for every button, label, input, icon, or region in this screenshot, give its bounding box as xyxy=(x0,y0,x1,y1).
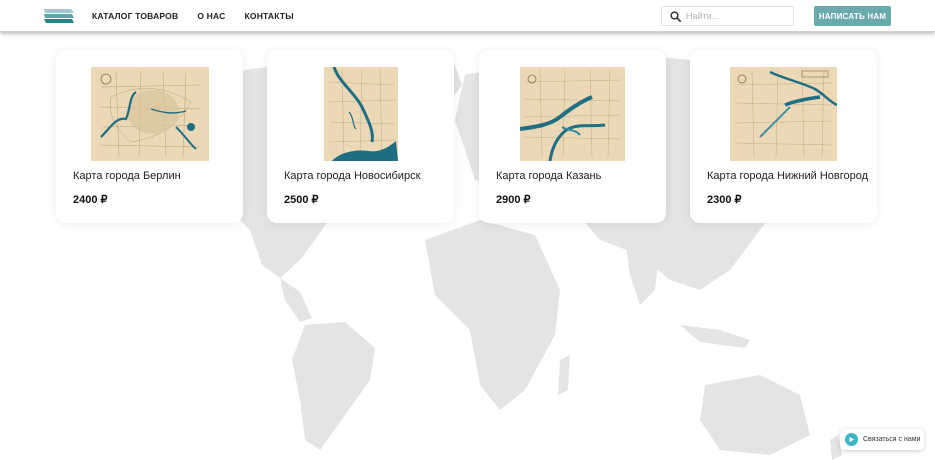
product-price: 2300 ₽ xyxy=(707,194,742,206)
product-card-novosibirsk[interactable]: Карта города Новосибирск 2500 ₽ xyxy=(267,50,454,223)
chat-play-icon xyxy=(845,433,858,446)
product-image[interactable] xyxy=(690,67,877,161)
nav-contacts[interactable]: КОНТАКТЫ xyxy=(245,11,294,21)
product-image[interactable] xyxy=(479,67,666,161)
product-title[interactable]: Карта города Берлин xyxy=(73,170,181,182)
product-card-nizhny-novgorod[interactable]: Карта города Нижний Новгород 2300 ₽ xyxy=(690,50,877,223)
product-title[interactable]: Карта города Нижний Новгород xyxy=(707,170,868,182)
nav-about[interactable]: О НАС xyxy=(197,11,225,21)
product-image[interactable] xyxy=(267,67,454,161)
contact-us-widget[interactable]: Связаться с нами xyxy=(840,429,924,450)
top-navigation-bar: КАТАЛОГ ТОВАРОВ О НАС КОНТАКТЫ НАПИСАТЬ … xyxy=(0,0,935,32)
nav-catalog[interactable]: КАТАЛОГ ТОВАРОВ xyxy=(92,11,178,21)
write-us-button[interactable]: НАПИСАТЬ НАМ xyxy=(814,6,891,26)
product-price: 2900 ₽ xyxy=(496,194,531,206)
product-title[interactable]: Карта города Казань xyxy=(496,170,601,182)
search-icon[interactable] xyxy=(670,10,681,22)
contact-us-label: Связаться с нами xyxy=(863,436,921,443)
site-logo[interactable] xyxy=(43,6,75,26)
main-nav: КАТАЛОГ ТОВАРОВ О НАС КОНТАКТЫ xyxy=(92,0,313,32)
search-input[interactable] xyxy=(686,11,786,21)
product-card-kazan[interactable]: Карта города Казань 2900 ₽ xyxy=(479,50,666,223)
product-price: 2400 ₽ xyxy=(73,194,108,206)
product-card-berlin[interactable]: Карта города Берлин 2400 ₽ xyxy=(56,50,243,223)
product-price: 2500 ₽ xyxy=(284,194,319,206)
product-title[interactable]: Карта города Новосибирск xyxy=(284,170,420,182)
product-image[interactable] xyxy=(56,67,243,161)
search-box xyxy=(661,6,794,26)
